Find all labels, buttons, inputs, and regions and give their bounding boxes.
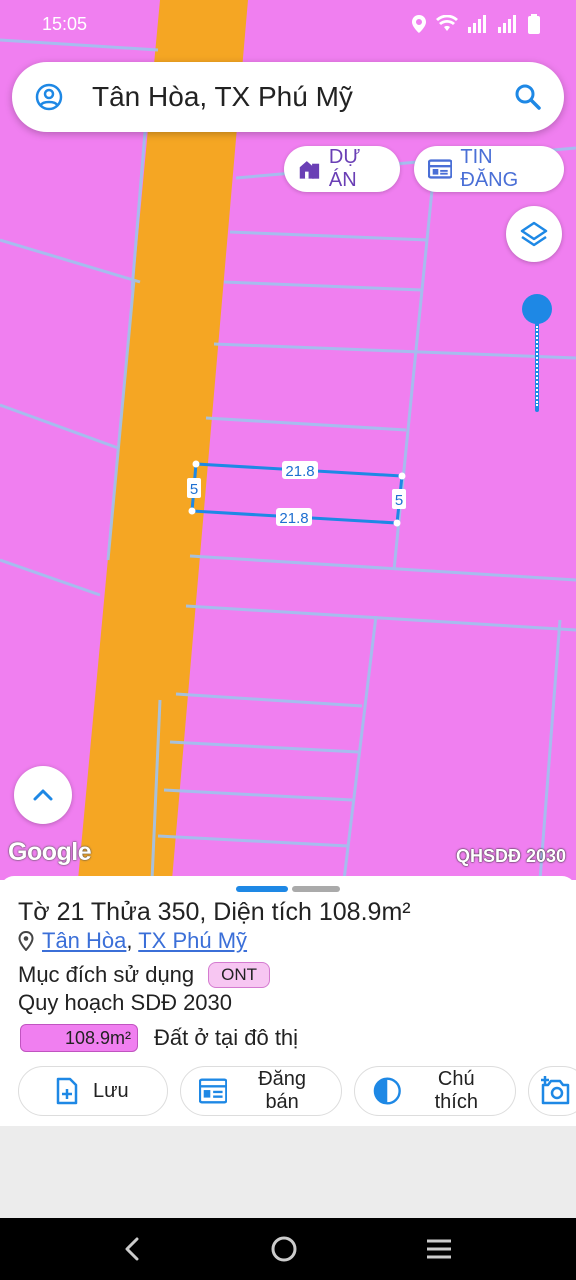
- building-icon: [299, 161, 320, 179]
- ward-link[interactable]: Tân Hòa: [42, 928, 126, 953]
- listing-icon: [428, 159, 453, 179]
- add-file-icon: [56, 1077, 78, 1105]
- dimension-bottom-label: 21.8: [279, 510, 308, 527]
- legend-label: Chú thích: [434, 1068, 478, 1113]
- legend-button[interactable]: Chú thích: [354, 1066, 516, 1116]
- sheet-handle-active[interactable]: [236, 886, 288, 892]
- back-icon[interactable]: [123, 1236, 143, 1262]
- google-logo: Google: [8, 838, 92, 866]
- purpose-code-badge: ONT: [208, 962, 271, 988]
- add-photo-icon: [541, 1076, 570, 1105]
- save-button[interactable]: Lưu: [18, 1066, 168, 1116]
- location-separator: ,: [126, 928, 133, 953]
- empty-area: [0, 1126, 576, 1218]
- map-view[interactable]: 21.8 21.8 5 5: [0, 0, 576, 880]
- status-bar: 15:05: [0, 0, 576, 48]
- battery-icon: [528, 14, 540, 34]
- road: [78, 0, 248, 880]
- search-icon[interactable]: [514, 83, 542, 111]
- listings-button[interactable]: TIN ĐĂNG: [414, 146, 564, 192]
- sell-label: Đăng bán: [258, 1068, 307, 1113]
- parcel-info-sheet: Tờ 21 Thửa 350, Diện tích 108.9m² Tân Hò…: [0, 876, 576, 1126]
- layers-icon: [520, 221, 548, 247]
- land-use-row: 108.9m² Đất ở tại đô thị: [20, 1024, 298, 1052]
- projects-button[interactable]: DỰ ÁN: [284, 146, 400, 192]
- chevron-up-icon: [33, 789, 53, 801]
- dimension-left-label: 5: [190, 481, 198, 498]
- land-type: Đất ở tại đô thị: [154, 1025, 299, 1050]
- signal-2-icon: [498, 15, 516, 33]
- purpose-label: Mục đích sử dụng: [18, 962, 195, 987]
- plan-label: Quy hoạch SDĐ 2030: [18, 990, 233, 1015]
- location-pin-icon: [18, 931, 34, 951]
- location-icon: [412, 15, 426, 33]
- save-label: Lưu: [93, 1079, 129, 1102]
- town-link[interactable]: TX Phú Mỹ: [138, 928, 247, 953]
- parcel-lines: 21.8 21.8 5 5: [0, 0, 576, 880]
- wifi-icon: [436, 15, 458, 31]
- layers-button[interactable]: [506, 206, 562, 262]
- account-icon[interactable]: [34, 82, 64, 112]
- clock: 15:05: [42, 13, 88, 34]
- purpose-row: Mục đích sử dụng ONT: [18, 962, 271, 988]
- dimension-right-label: 5: [395, 492, 403, 509]
- home-icon[interactable]: [270, 1235, 298, 1263]
- parcel-location: Tân Hòa, TX Phú Mỹ: [18, 928, 247, 954]
- recent-apps-icon[interactable]: [425, 1238, 453, 1260]
- land-area-swatch: 108.9m²: [20, 1024, 138, 1052]
- expand-sheet-button[interactable]: [14, 766, 72, 824]
- listings-label: TIN ĐĂNG: [460, 146, 519, 191]
- zoom-slider-dots: [536, 326, 538, 406]
- contrast-icon: [373, 1077, 401, 1105]
- zoom-slider-handle[interactable]: [522, 294, 552, 324]
- listing-icon: [199, 1078, 228, 1104]
- system-nav-bar: [0, 1218, 576, 1280]
- layer-label: QHSDĐ 2030: [455, 846, 566, 866]
- search-input[interactable]: Tân Hòa, TX Phú Mỹ: [92, 81, 514, 113]
- parcel-title: Tờ 21 Thửa 350, Diện tích 108.9m²: [18, 898, 411, 926]
- projects-label: DỰ ÁN: [328, 146, 361, 191]
- search-bar[interactable]: Tân Hòa, TX Phú Mỹ: [12, 62, 564, 132]
- post-sale-button[interactable]: Đăng bán: [180, 1066, 342, 1116]
- action-bar: Lưu Đăng bán Chú thích: [18, 1066, 576, 1116]
- signal-icon: [468, 15, 486, 33]
- sheet-handle-inactive[interactable]: [292, 886, 340, 892]
- dimension-top-label: 21.8: [285, 463, 314, 480]
- selected-parcel: 21.8 21.8 5 5: [187, 460, 406, 527]
- camera-button[interactable]: [528, 1066, 576, 1116]
